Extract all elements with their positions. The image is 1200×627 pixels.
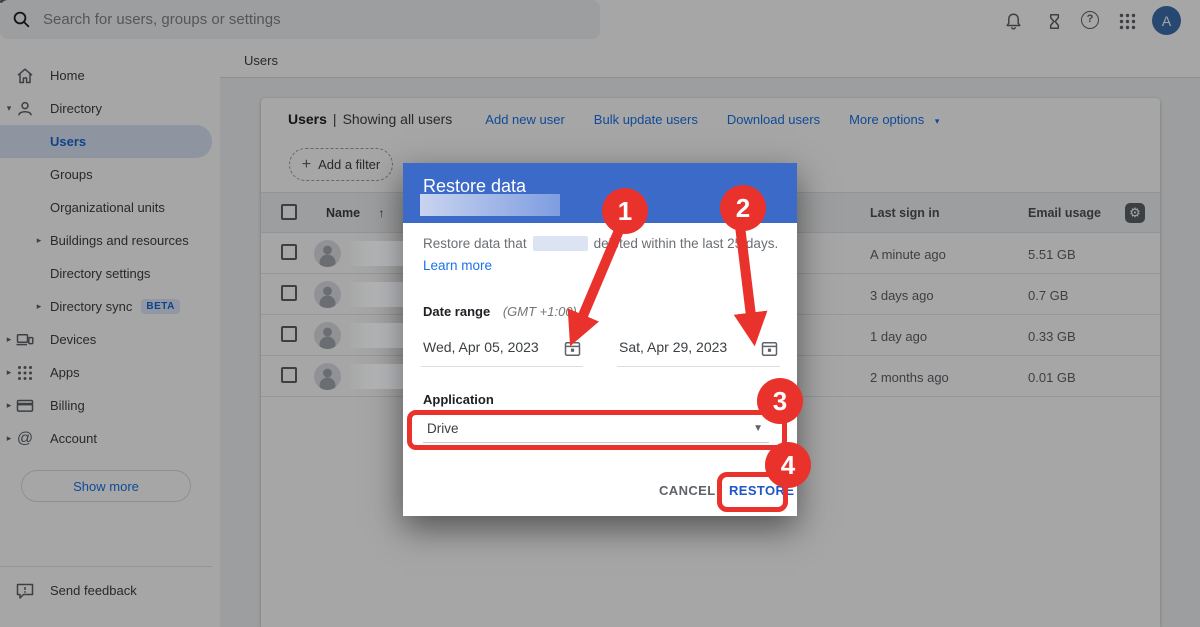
restore-button[interactable]: RESTORE [729,483,794,498]
dialog-description: Restore data that deleted within the last… [423,236,779,251]
learn-more-link[interactable]: Learn more [423,258,492,273]
end-date-field[interactable]: Sat, Apr 29, 2023 [617,331,780,367]
restore-data-dialog: Restore data Restore data that deleted wi… [403,163,797,516]
calendar-icon[interactable] [564,340,581,357]
application-selected-value: Drive [427,421,459,436]
start-date-value: Wed, Apr 05, 2023 [423,339,539,355]
description-before: Restore data that [423,236,527,251]
cancel-button[interactable]: CANCEL [659,483,716,498]
dialog-header: Restore data [403,163,797,223]
admin-console: Admin ? A Use [0,0,1200,627]
calendar-icon[interactable] [761,340,778,357]
chevron-down-icon: ▼ [753,423,763,434]
date-range-row: Date range (GMT +1:00) [423,304,577,319]
redacted-user-name [533,236,588,251]
application-label: Application [423,392,494,407]
date-range-label: Date range [423,304,490,319]
timezone-label: (GMT +1:00) [503,304,577,319]
redacted-user-name [420,194,560,216]
start-date-field[interactable]: Wed, Apr 05, 2023 [421,331,583,367]
end-date-value: Sat, Apr 29, 2023 [619,339,727,355]
application-dropdown[interactable]: Drive ▼ [423,417,769,443]
description-after: deleted within the last 25 days. [594,236,779,251]
